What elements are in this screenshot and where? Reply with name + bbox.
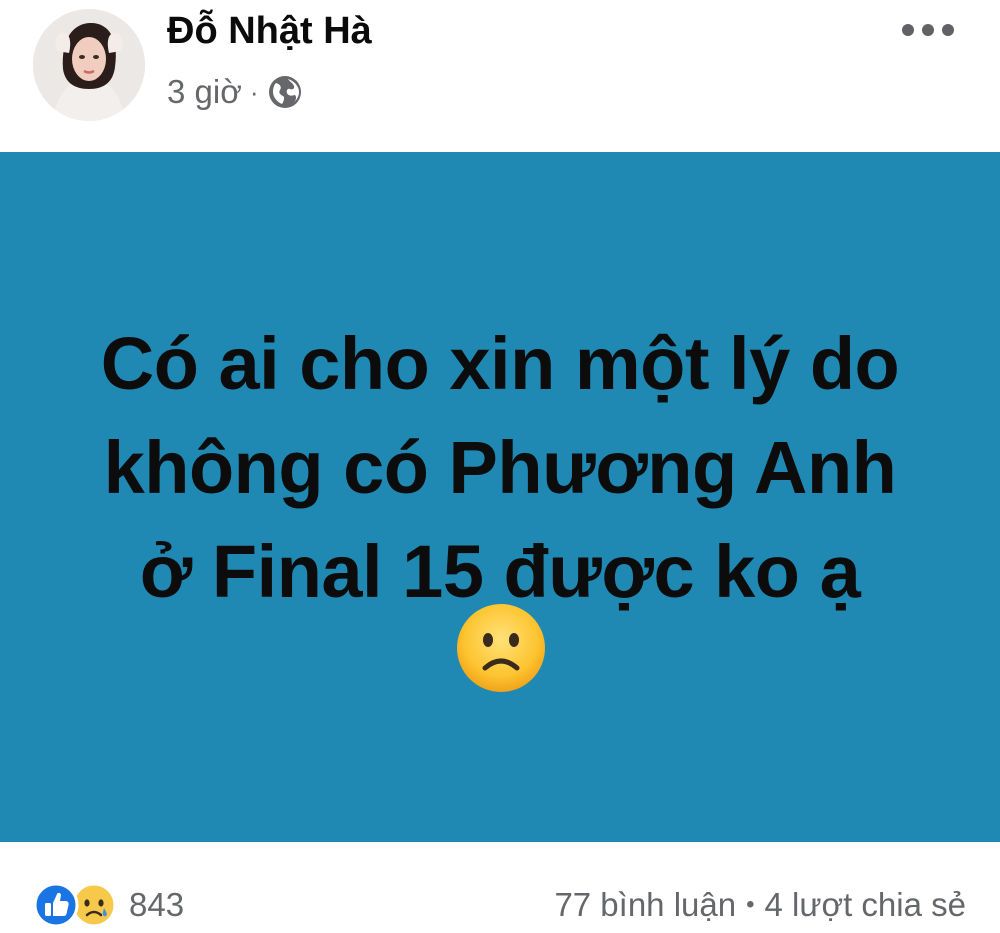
like-reaction-icon xyxy=(33,882,79,928)
post-meta: 3 giờ · xyxy=(167,70,303,114)
post-content-card[interactable]: Có ai cho xin một lý do không có Phương … xyxy=(0,152,1000,842)
comments-count[interactable]: 77 bình luận xyxy=(554,886,736,924)
more-dot xyxy=(922,24,934,36)
engagement-summary: 77 bình luận • 4 lượt chia sẻ xyxy=(554,886,966,924)
shares-count[interactable]: 4 lượt chia sẻ xyxy=(765,886,966,924)
engagement-separator: • xyxy=(746,891,755,918)
post-text-line: Có ai cho xin một lý do xyxy=(100,322,900,405)
reaction-count: 843 xyxy=(129,886,185,923)
more-options-button[interactable] xyxy=(902,18,954,42)
more-dot xyxy=(902,24,914,36)
meta-separator: · xyxy=(249,77,259,107)
post-header: Đỗ Nhật Hà 3 giờ · xyxy=(0,0,1000,152)
post-text: Có ai cho xin một lý do không có Phương … xyxy=(40,312,960,624)
avatar-image xyxy=(33,9,145,121)
post-footer: 843 77 bình luận • 4 lượt chia sẻ xyxy=(0,842,1000,933)
sad-face-emoji xyxy=(457,604,545,692)
author-name[interactable]: Đỗ Nhật Hà xyxy=(167,10,372,53)
post-text-line: không có Phương Anh xyxy=(103,426,897,509)
reactions-summary[interactable]: 843 xyxy=(33,880,184,930)
globe-icon[interactable] xyxy=(267,74,303,110)
more-dot xyxy=(942,24,954,36)
post-time[interactable]: 3 giờ xyxy=(167,73,242,111)
author-avatar[interactable] xyxy=(33,9,145,121)
